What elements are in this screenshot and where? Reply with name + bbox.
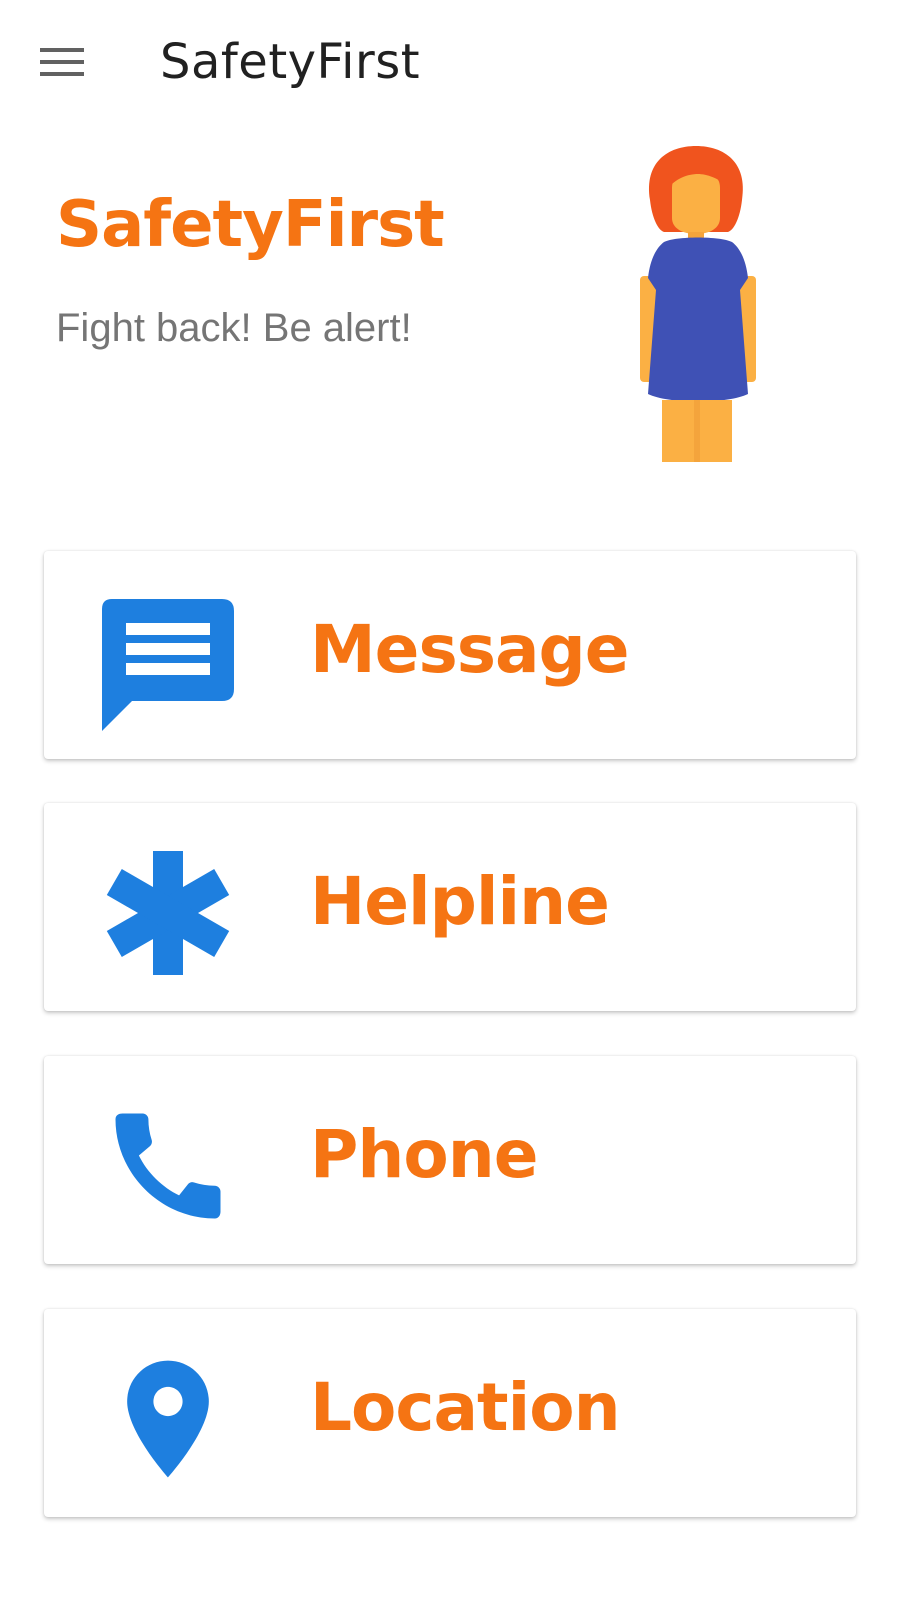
location-pin-icon xyxy=(98,1349,238,1489)
phone-card[interactable]: Phone xyxy=(44,1056,856,1264)
message-label: Message xyxy=(310,611,630,688)
asterisk-icon xyxy=(98,843,238,983)
woman-illustration xyxy=(628,142,768,468)
location-label: Location xyxy=(310,1369,621,1446)
phone-icon xyxy=(98,1096,238,1236)
helpline-card[interactable]: Helpline xyxy=(44,803,856,1011)
location-card[interactable]: Location xyxy=(44,1309,856,1517)
menu-icon xyxy=(40,46,84,83)
app-title: SafetyFirst xyxy=(160,34,421,90)
phone-label: Phone xyxy=(310,1116,538,1193)
message-card[interactable]: Message xyxy=(44,551,856,759)
brand-title: SafetyFirst xyxy=(56,188,445,262)
message-icon xyxy=(98,591,238,731)
menu-button[interactable] xyxy=(28,32,96,96)
header: SafetyFirst Fight back! Be alert! xyxy=(0,128,904,528)
app-bar: SafetyFirst xyxy=(0,0,904,128)
tagline: Fight back! Be alert! xyxy=(56,306,412,350)
helpline-label: Helpline xyxy=(310,863,610,940)
